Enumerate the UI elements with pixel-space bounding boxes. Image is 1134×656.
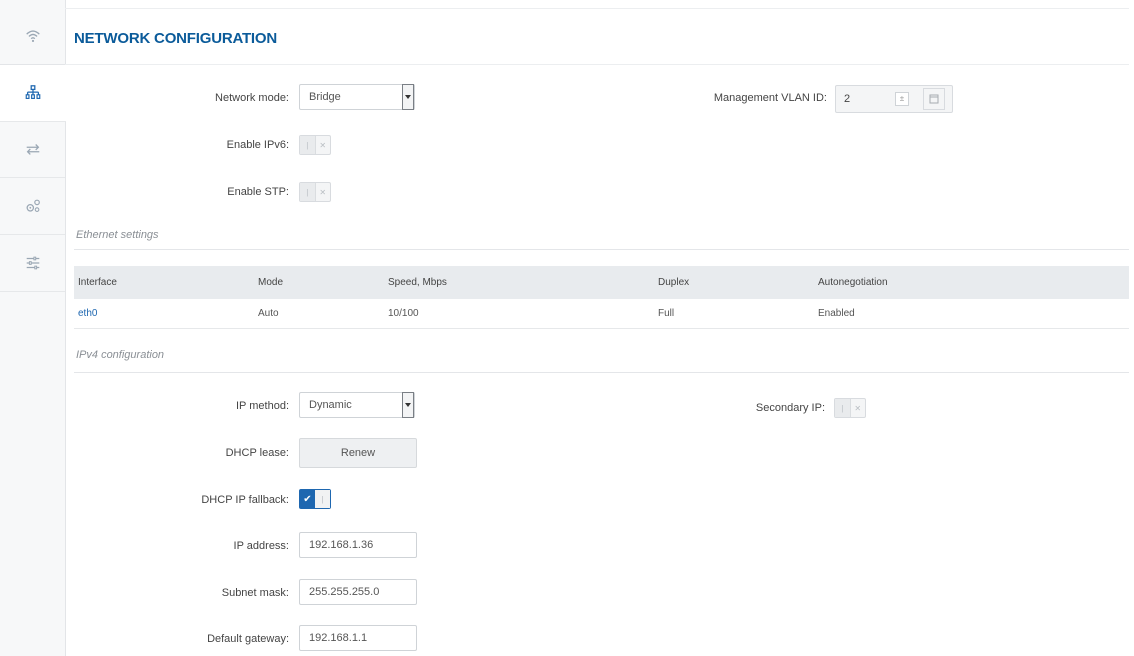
network-mode-select[interactable]: Bridge xyxy=(299,84,415,110)
ethernet-section-title: Ethernet settings xyxy=(76,229,159,241)
ipv4-divider xyxy=(74,372,1129,373)
toggle-knob: | xyxy=(300,183,316,201)
ip-method-select[interactable]: Dynamic xyxy=(299,392,415,418)
table-row: eth0 Auto 10/100 Full Enabled xyxy=(74,299,1129,329)
dhcp-lease-label: DHCP lease: xyxy=(225,447,289,459)
toggle-off-icon: ✕ xyxy=(854,403,862,413)
secondary-ip-toggle[interactable]: | ✕ xyxy=(834,398,866,418)
title-divider-bottom xyxy=(65,64,1129,65)
settings-sliders-icon xyxy=(26,256,39,270)
default-gateway-input[interactable]: 192.168.1.1 xyxy=(299,625,417,651)
ipv4-section-title: IPv4 configuration xyxy=(76,349,165,361)
enable-ipv6-toggle[interactable]: | ✕ xyxy=(299,135,331,155)
table-header: Interface Mode Speed, Mbps Duplex Autone… xyxy=(74,266,1129,299)
column-header-duplex: Duplex xyxy=(658,277,690,288)
column-header-mode: Mode xyxy=(258,277,284,288)
mode-cell: Auto xyxy=(258,308,279,319)
interface-link[interactable]: eth0 xyxy=(74,308,258,319)
ip-method-value: Dynamic xyxy=(309,399,352,411)
services-icon xyxy=(26,199,40,212)
wifi-icon xyxy=(25,30,40,43)
sidebar xyxy=(0,0,66,656)
page-title: NETWORK CONFIGURATION xyxy=(74,30,278,47)
vlan-id-label: Management VLAN ID: xyxy=(713,92,827,104)
vlan-config-button[interactable] xyxy=(923,88,945,110)
default-gateway-label: Default gateway: xyxy=(207,633,289,645)
sidebar-item-network[interactable] xyxy=(0,64,66,122)
toggle-off-icon: ✕ xyxy=(319,140,327,150)
dhcp-fallback-label: DHCP IP fallback: xyxy=(201,494,289,506)
network-mode-value: Bridge xyxy=(309,91,341,103)
toggle-knob: | xyxy=(300,136,316,154)
sidebar-item-services[interactable] xyxy=(0,178,65,235)
enable-stp-label: Enable STP: xyxy=(227,186,289,198)
ethernet-divider xyxy=(74,249,1129,250)
column-header-speed: Speed, Mbps xyxy=(388,277,447,288)
renew-button[interactable]: Renew xyxy=(299,438,417,468)
chevron-down-icon xyxy=(402,392,414,418)
subnet-mask-input[interactable]: 255.255.255.0 xyxy=(299,579,417,605)
subnet-mask-label: Subnet mask: xyxy=(221,587,289,599)
dhcp-fallback-toggle[interactable]: ✔ | xyxy=(299,489,331,509)
vlan-id-input[interactable]: 2 ± xyxy=(835,85,953,113)
routing-icon xyxy=(26,144,39,155)
chevron-down-icon xyxy=(402,84,414,110)
check-icon: ✔ xyxy=(300,490,315,508)
spinner-icon[interactable]: ± xyxy=(895,92,909,106)
network-icon xyxy=(25,85,41,99)
ip-method-label: IP method: xyxy=(236,400,289,412)
ip-address-label: IP address: xyxy=(233,540,289,552)
speed-cell: 10/100 xyxy=(388,308,419,319)
network-mode-label: Network mode: xyxy=(215,92,289,104)
title-divider-top xyxy=(65,8,1129,9)
duplex-cell: Full xyxy=(658,308,675,319)
toggle-knob: | xyxy=(835,399,851,417)
sidebar-item-system[interactable] xyxy=(0,235,65,292)
main-panel: NETWORK CONFIGURATION Network mode: Brid… xyxy=(65,0,1134,656)
toggle-off-icon: ✕ xyxy=(319,187,327,197)
ethernet-table: Interface Mode Speed, Mbps Duplex Autone… xyxy=(74,266,1129,329)
column-header-autoneg: Autonegotiation xyxy=(818,277,888,288)
sidebar-item-wireless[interactable] xyxy=(0,8,65,65)
secondary-ip-label: Secondary IP: xyxy=(755,402,825,414)
autoneg-cell: Enabled xyxy=(818,308,855,319)
enable-stp-toggle[interactable]: | ✕ xyxy=(299,182,331,202)
enable-ipv6-label: Enable IPv6: xyxy=(226,139,289,151)
toggle-knob: | xyxy=(315,490,330,508)
column-header-interface: Interface xyxy=(78,277,117,288)
vlan-id-value: 2 xyxy=(844,93,851,105)
ip-address-input[interactable]: 192.168.1.36 xyxy=(299,532,417,558)
square-icon xyxy=(929,94,939,104)
sidebar-item-routing[interactable] xyxy=(0,121,65,178)
